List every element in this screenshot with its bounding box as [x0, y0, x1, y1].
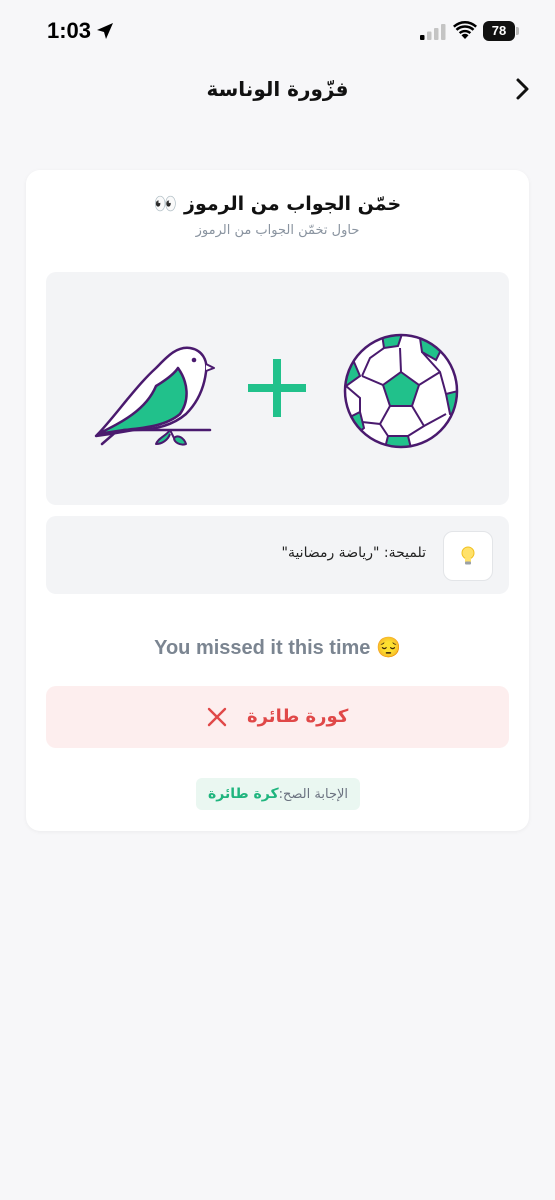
cellular-signal-icon	[420, 24, 446, 40]
close-x-icon	[207, 707, 226, 727]
status-bar: 1:03 78	[0, 0, 555, 60]
battery-indicator: 78	[483, 21, 519, 41]
hint-box: تلميحة: "رياضة رمضانية"	[46, 516, 509, 594]
wifi-icon	[453, 21, 477, 39]
user-answer-text: كورة طائرة	[246, 706, 349, 727]
page-title: فزّورة الوناسة	[206, 77, 349, 101]
card-subtitle: حاول تخمّن الجواب من الرموز	[195, 223, 360, 238]
correct-answer-label: الإجابة الصح:	[278, 787, 349, 802]
puzzle-symbols-box	[46, 272, 509, 505]
card-title: خمّن الجواب من الرموز 👀	[153, 193, 402, 215]
puzzle-card: خمّن الجواب من الرموز 👀 حاول تخمّن الجوا…	[26, 170, 529, 831]
bird-image	[94, 346, 215, 446]
plus-icon	[248, 359, 306, 417]
battery-cap	[516, 27, 519, 35]
correct-answer-value: كرة طائرة	[207, 786, 279, 802]
user-answer-row: كورة طائرة	[46, 706, 509, 727]
result-message: You missed it this time 😔	[154, 637, 401, 659]
user-answer-box: كورة طائرة	[46, 686, 509, 748]
chevron-right-icon	[516, 78, 529, 100]
battery-level: 78	[483, 21, 515, 41]
correct-answer-badge: الإجابة الصح:كرة طائرة	[196, 778, 360, 810]
location-arrow-icon	[97, 23, 113, 39]
back-button[interactable]	[509, 74, 537, 104]
hint-button[interactable]	[443, 531, 493, 581]
soccer-ball-image	[343, 333, 459, 449]
page-header: فزّورة الوناسة	[0, 60, 555, 120]
lightbulb-icon	[461, 546, 475, 565]
hint-text: تلميحة: "رياضة رمضانية"	[281, 545, 427, 561]
status-time: 1:03	[47, 18, 92, 43]
